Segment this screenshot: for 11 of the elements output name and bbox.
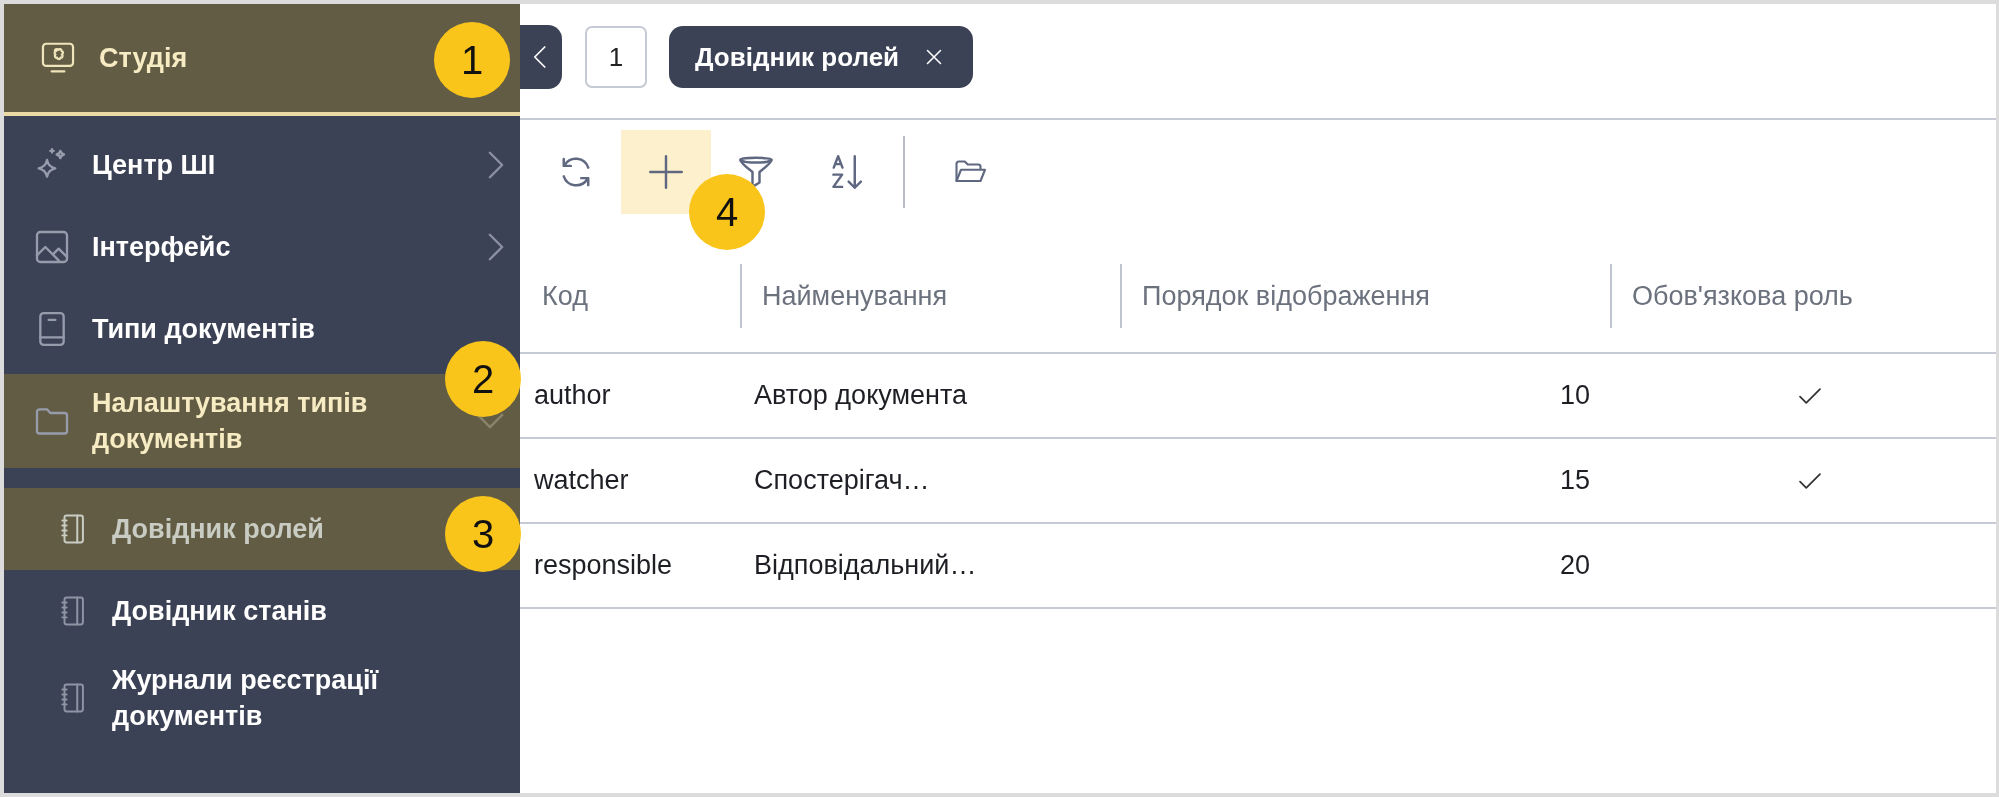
callout-tooltip: 4 [689,174,765,250]
table-cell: 15 [1120,438,1610,523]
page-counter: 1 [585,26,647,88]
table-cell: Автор документа [740,353,1120,438]
table-cell: 10 [1120,353,1610,438]
table-cell: responsible [520,523,740,608]
table-cell: author [520,353,740,438]
table-cell: Спостерігач… [740,438,1120,523]
table-cell: Відповідальний… [740,523,1120,608]
table-cell: watcher [520,438,740,523]
table-cell: 20 [1120,523,1610,608]
